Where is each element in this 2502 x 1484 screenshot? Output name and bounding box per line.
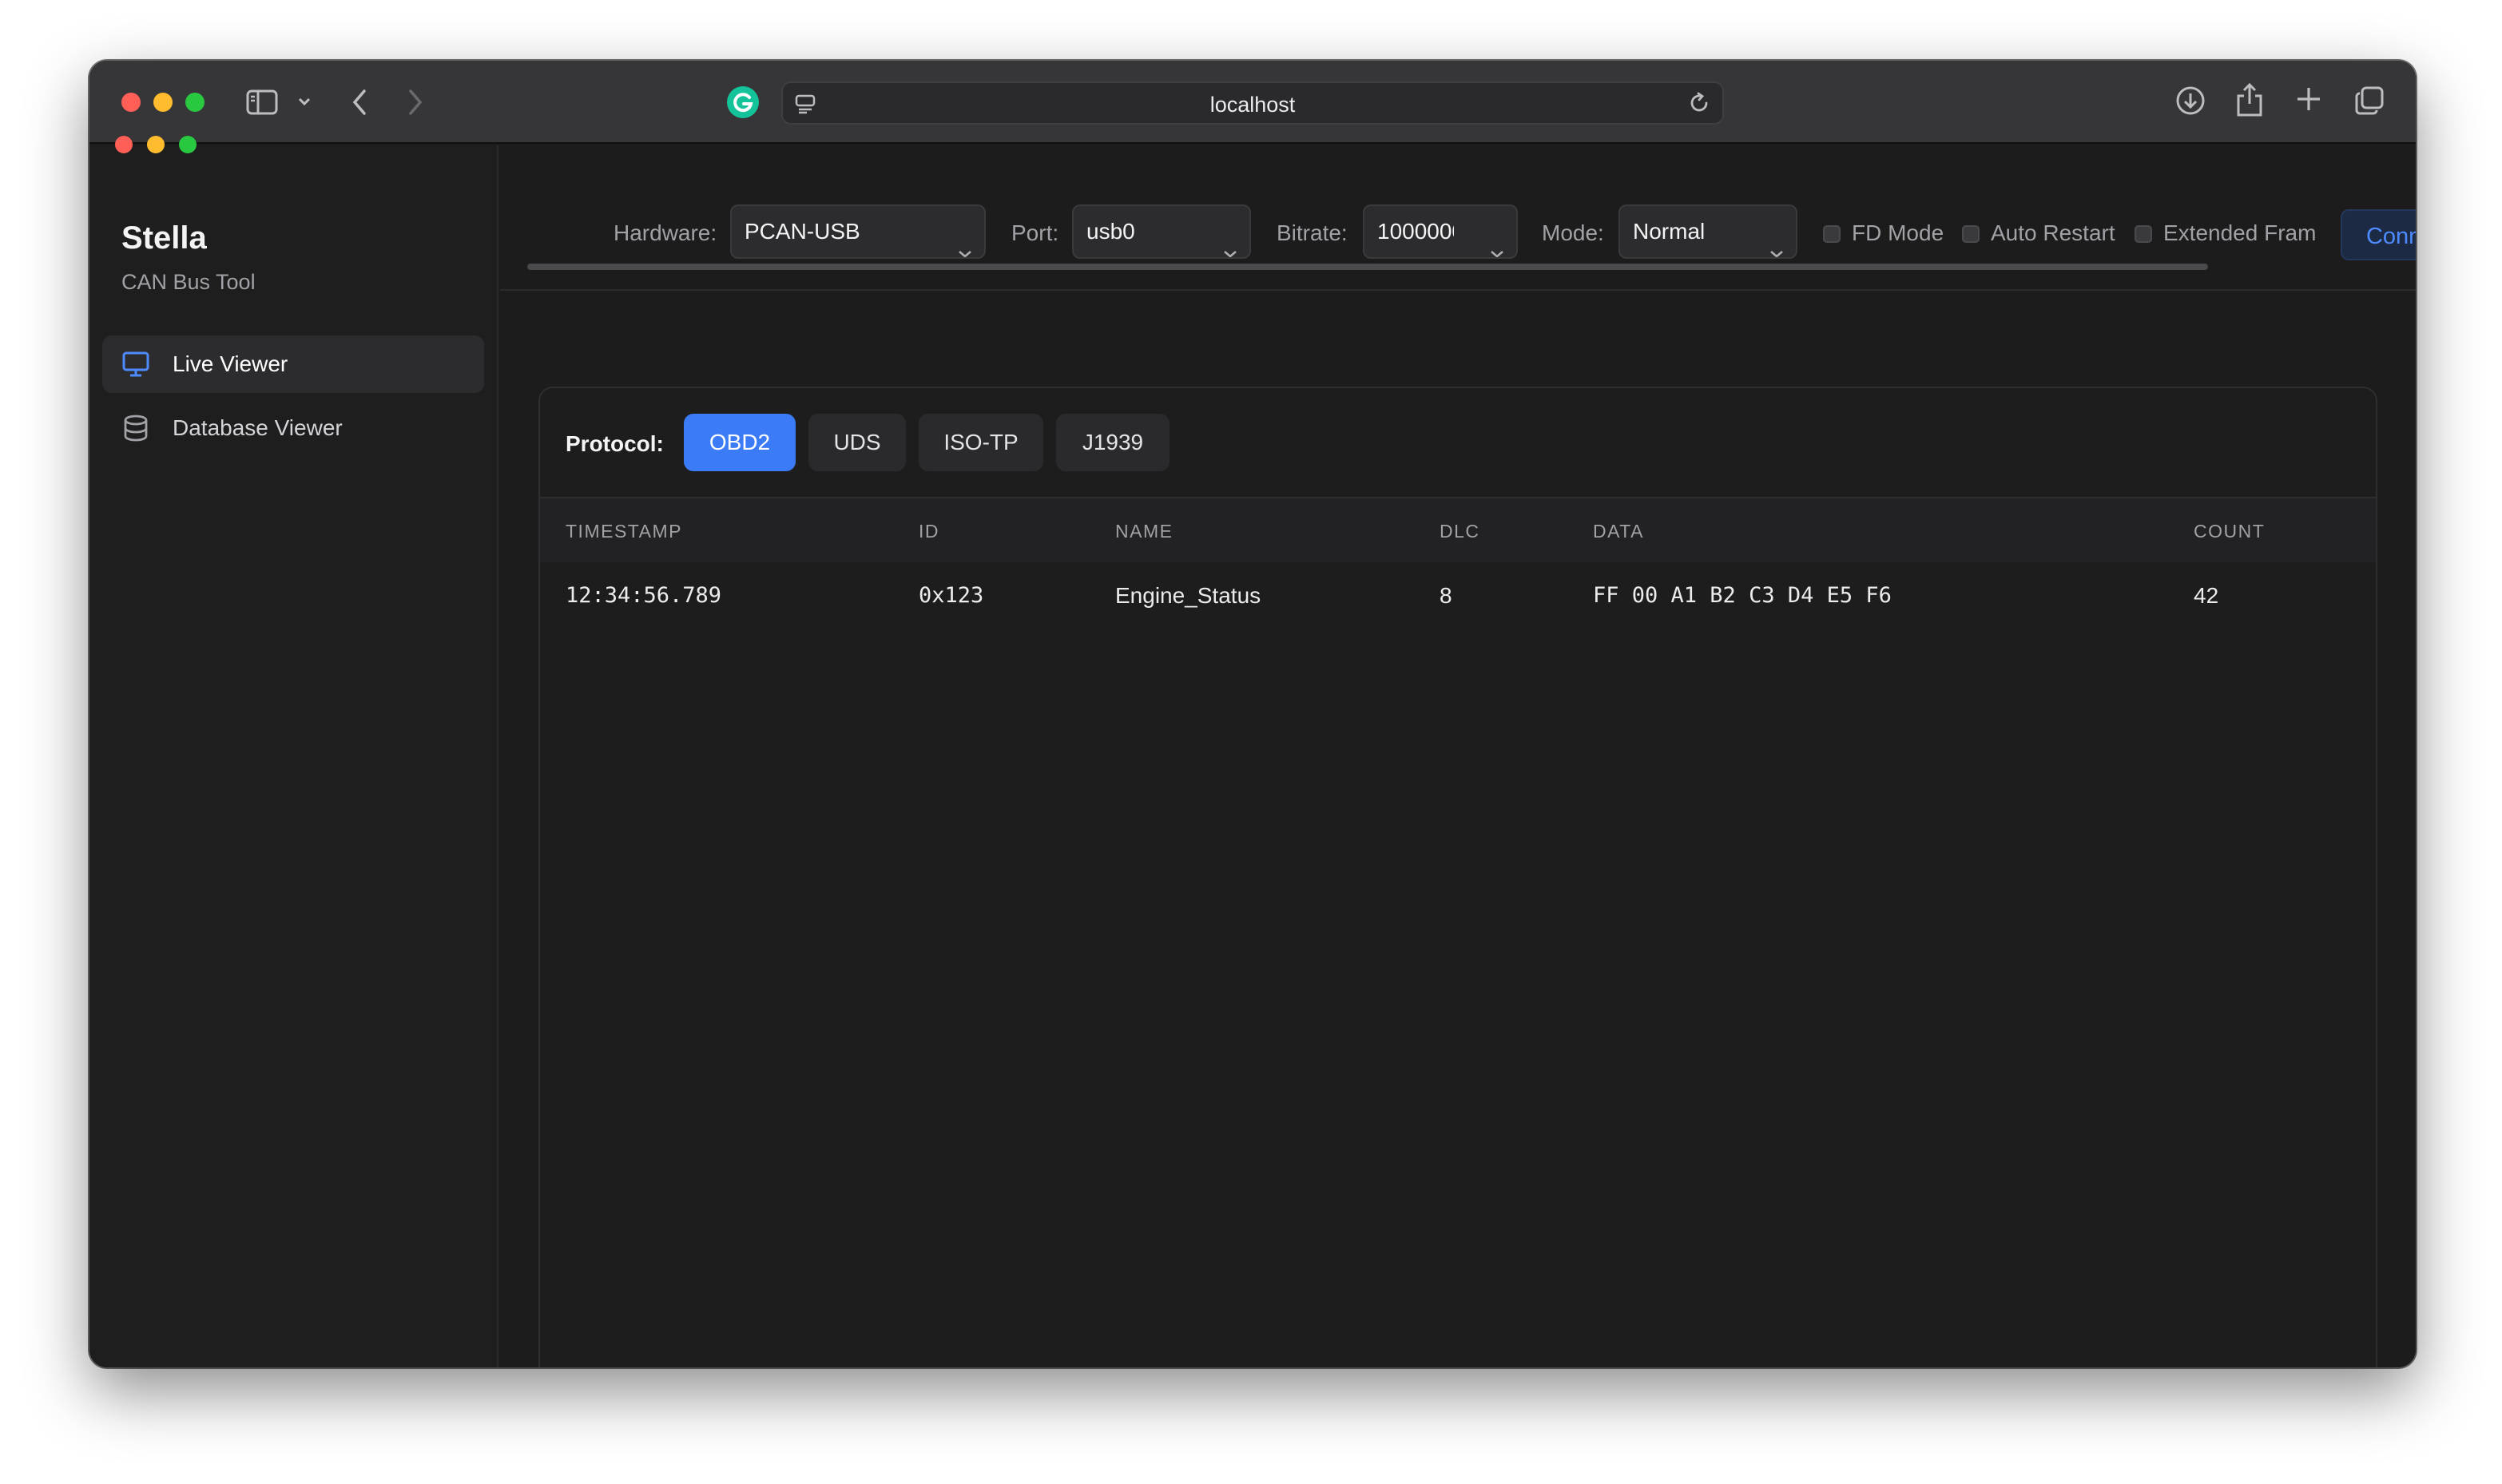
connection-toolbar: Hardware: PCAN-USB Port: usb0 Bitrate: 1… bbox=[500, 145, 2416, 291]
app-minimize-button[interactable] bbox=[147, 136, 165, 153]
new-tab-icon[interactable] bbox=[2294, 85, 2323, 113]
table-row[interactable]: 12:34:56.789 0x123 Engine_Status 8 FF 00… bbox=[540, 562, 2376, 631]
sidebar-item-database-viewer[interactable]: Database Viewer bbox=[102, 399, 484, 457]
message-panel: Protocol: OBD2 UDS ISO-TP J1939 TIMESTAM… bbox=[538, 387, 2377, 1367]
forward-arrow-icon[interactable] bbox=[406, 88, 425, 117]
auto-restart-label: Auto Restart bbox=[1991, 220, 2115, 245]
extended-frame-label: Extended Fram bbox=[2163, 220, 2315, 245]
cell-id: 0x123 bbox=[919, 583, 984, 608]
tab-uds[interactable]: UDS bbox=[808, 414, 906, 471]
tabs-overview-icon[interactable] bbox=[2353, 85, 2385, 117]
tab-iso-tp[interactable]: ISO-TP bbox=[919, 414, 1043, 471]
download-icon[interactable] bbox=[2174, 85, 2206, 117]
connect-button[interactable]: Connect bbox=[2341, 209, 2416, 260]
fd-mode-checkbox[interactable] bbox=[1823, 225, 1841, 243]
share-icon[interactable] bbox=[2235, 81, 2264, 118]
toolbar-scrollbar[interactable] bbox=[527, 264, 2208, 270]
cell-dlc: 8 bbox=[1440, 583, 1452, 608]
browser-toolbar: localhost bbox=[89, 61, 2416, 144]
sidebar-item-label: Live Viewer bbox=[173, 351, 288, 376]
auto-restart-checkbox[interactable] bbox=[1962, 225, 1980, 243]
chevron-down-icon[interactable] bbox=[297, 96, 312, 107]
column-header-id[interactable]: ID bbox=[919, 521, 939, 542]
app-close-button[interactable] bbox=[115, 136, 133, 153]
app-zoom-button[interactable] bbox=[179, 136, 197, 153]
column-header-dlc[interactable]: DLC bbox=[1440, 521, 1480, 542]
monitor-icon bbox=[121, 351, 150, 378]
hardware-label: Hardware: bbox=[614, 220, 717, 245]
cell-count: 42 bbox=[2194, 583, 2219, 608]
bitrate-value: 1000000 bbox=[1377, 219, 1454, 244]
zoom-window-button[interactable] bbox=[185, 93, 205, 112]
address-bar[interactable]: localhost bbox=[781, 81, 1724, 125]
minimize-window-button[interactable] bbox=[153, 93, 173, 112]
close-window-button[interactable] bbox=[121, 93, 141, 112]
protocol-label: Protocol: bbox=[566, 431, 664, 456]
chevron-down-icon bbox=[957, 227, 973, 257]
app-content: Stella CAN Bus Tool Live Viewer Database… bbox=[89, 136, 2416, 1367]
cell-name: Engine_Status bbox=[1115, 583, 1261, 608]
hardware-value: PCAN-USB bbox=[745, 219, 860, 244]
column-header-timestamp[interactable]: TIMESTAMP bbox=[566, 521, 682, 542]
tab-obd2[interactable]: OBD2 bbox=[684, 414, 796, 471]
fd-mode-label: FD Mode bbox=[1852, 220, 1944, 245]
database-icon bbox=[121, 414, 150, 442]
chevron-down-icon bbox=[1489, 227, 1505, 257]
port-select[interactable]: usb0 bbox=[1072, 204, 1251, 259]
mode-select[interactable]: Normal bbox=[1618, 204, 1797, 259]
grammarly-icon[interactable] bbox=[727, 86, 759, 118]
tab-j1939[interactable]: J1939 bbox=[1056, 414, 1170, 471]
cell-timestamp: 12:34:56.789 bbox=[566, 583, 722, 608]
sidebar-toggle-icon[interactable] bbox=[246, 89, 278, 115]
url-text[interactable]: localhost bbox=[783, 93, 1722, 117]
hardware-select[interactable]: PCAN-USB bbox=[730, 204, 986, 259]
extended-frame-checkbox[interactable] bbox=[2135, 225, 2152, 243]
sidebar: Stella CAN Bus Tool Live Viewer Database… bbox=[89, 136, 498, 1367]
column-header-data[interactable]: DATA bbox=[1593, 521, 1644, 542]
app-subtitle: CAN Bus Tool bbox=[121, 270, 256, 294]
table-header: TIMESTAMP ID NAME DLC DATA COUNT bbox=[540, 497, 2376, 562]
app-title: Stella bbox=[121, 220, 207, 256]
column-header-count[interactable]: COUNT bbox=[2194, 521, 2265, 542]
chevron-down-icon bbox=[1222, 227, 1238, 257]
bitrate-label: Bitrate: bbox=[1277, 220, 1348, 245]
browser-window: localhost Stella CAN Bus Tool Live Viewe… bbox=[89, 61, 2416, 1367]
bitrate-select[interactable]: 1000000 bbox=[1363, 204, 1518, 259]
reload-icon[interactable] bbox=[1687, 91, 1711, 119]
main-panel: Hardware: PCAN-USB Port: usb0 Bitrate: 1… bbox=[500, 145, 2416, 1367]
column-header-name[interactable]: NAME bbox=[1115, 521, 1173, 542]
sidebar-item-live-viewer[interactable]: Live Viewer bbox=[102, 335, 484, 393]
mode-label: Mode: bbox=[1542, 220, 1604, 245]
port-value: usb0 bbox=[1086, 219, 1135, 244]
cell-data: FF 00 A1 B2 C3 D4 E5 F6 bbox=[1593, 583, 1892, 608]
mode-value: Normal bbox=[1633, 219, 1706, 244]
port-label: Port: bbox=[1011, 220, 1059, 245]
sidebar-item-label: Database Viewer bbox=[173, 415, 343, 440]
chevron-down-icon bbox=[1769, 227, 1785, 257]
back-arrow-icon[interactable] bbox=[350, 88, 369, 117]
